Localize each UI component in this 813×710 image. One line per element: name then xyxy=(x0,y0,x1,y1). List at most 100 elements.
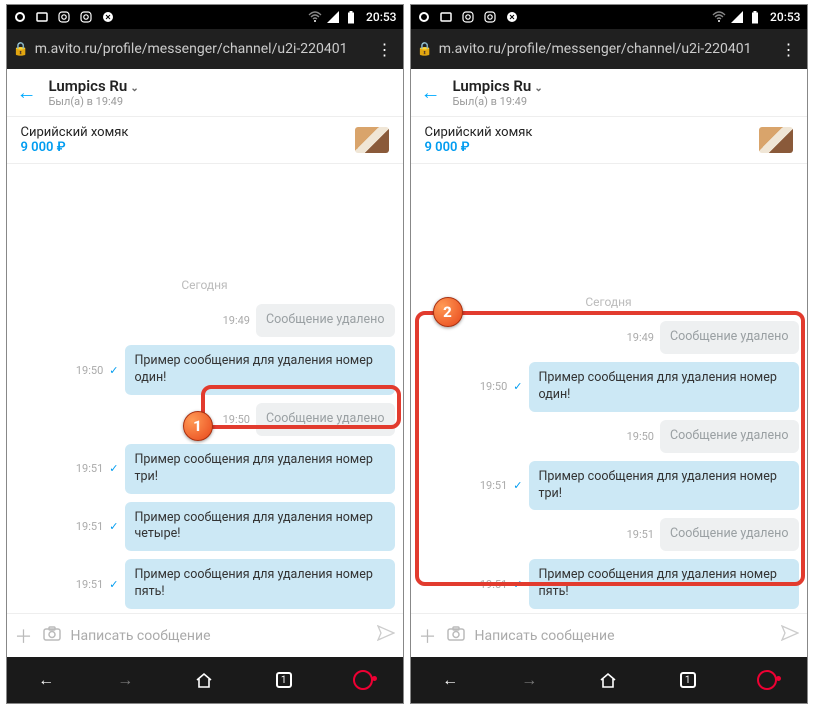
shazam-icon xyxy=(101,10,115,24)
message-bubble: Пример сообщения для удаления номер один… xyxy=(125,345,395,395)
message-deleted: Сообщение удалено xyxy=(256,304,395,337)
nav-back-icon[interactable]: ← xyxy=(430,670,470,690)
nav-forward-icon[interactable]: → xyxy=(105,670,145,690)
lock-icon: 🔒 xyxy=(13,42,29,57)
message-time: 19:49 xyxy=(627,331,654,344)
camera-icon[interactable] xyxy=(43,625,61,646)
message-row[interactable]: 19:51 ✓ Пример сообщения для удаления но… xyxy=(419,461,799,511)
browser-bottom-nav: ← → 1 xyxy=(411,657,807,703)
listing-preview[interactable]: Сирийский хомяк 9 000 ₽ xyxy=(7,117,403,164)
chevron-down-icon: ⌄ xyxy=(130,83,138,94)
message-time: 19:51 xyxy=(480,578,507,591)
message-bubble: Пример сообщения для удаления номер пять… xyxy=(125,559,395,609)
signal-icon xyxy=(730,10,744,24)
message-bubble: Пример сообщения для удаления номер три! xyxy=(529,461,799,511)
message-deleted: Сообщение удалено xyxy=(256,403,395,436)
opera-notif-icon xyxy=(13,10,27,24)
chat-header: ← Lumpics Ru⌄ Был(а) в 19:49 xyxy=(7,69,403,117)
status-time: 20:53 xyxy=(770,10,800,24)
read-check-icon: ✓ xyxy=(109,462,118,475)
browser-address-bar[interactable]: 🔒 m.avito.ru/profile/messenger/channel/u… xyxy=(7,29,403,69)
listing-title: Сирийский хомяк xyxy=(21,125,355,140)
read-check-icon: ✓ xyxy=(513,479,522,492)
instagram-icon xyxy=(79,10,93,24)
chat-body[interactable]: Сегодня 19:49 Сообщение удалено 19:50 ✓ … xyxy=(411,164,807,613)
browser-menu-icon[interactable]: ⋮ xyxy=(777,40,801,59)
battery-icon xyxy=(344,10,358,24)
message-time: 19:50 xyxy=(76,364,103,377)
phone-right: 20:53 🔒 m.avito.ru/profile/messenger/cha… xyxy=(410,4,808,704)
message-row[interactable]: 19:50 Сообщение удалено xyxy=(419,420,799,453)
shazam-icon xyxy=(505,10,519,24)
android-status-bar: 20:53 xyxy=(411,5,807,29)
message-row[interactable]: 19:51 ✓ Пример сообщения для удаления но… xyxy=(15,444,395,494)
callout-badge-2: 2 xyxy=(433,297,463,327)
wifi-icon xyxy=(308,10,322,24)
read-check-icon: ✓ xyxy=(109,578,118,591)
last-seen-text: Был(а) в 19:49 xyxy=(49,95,139,108)
status-time: 20:53 xyxy=(366,10,396,24)
message-time: 19:51 xyxy=(76,462,103,475)
callout-badge-1: 1 xyxy=(183,411,213,441)
message-row[interactable]: 19:50 ✓ Пример сообщения для удаления но… xyxy=(419,362,799,412)
attach-plus-icon[interactable]: ＋ xyxy=(15,623,33,649)
message-time: 19:50 xyxy=(627,430,654,443)
listing-price: 9 000 ₽ xyxy=(21,140,355,155)
chat-body[interactable]: Сегодня 19:49 Сообщение удалено 19:50 ✓ … xyxy=(7,164,403,613)
lock-icon: 🔒 xyxy=(417,42,433,57)
message-bubble: Пример сообщения для удаления номер три! xyxy=(125,444,395,494)
message-deleted: Сообщение удалено xyxy=(660,420,799,453)
android-status-bar: 20:53 xyxy=(7,5,403,29)
message-deleted: Сообщение удалено xyxy=(660,518,799,551)
instagram-icon xyxy=(57,10,71,24)
browser-menu-icon[interactable]: ⋮ xyxy=(373,40,397,59)
listing-title: Сирийский хомяк xyxy=(425,125,759,140)
message-row[interactable]: 19:51 ✓ Пример сообщения для удаления но… xyxy=(15,559,395,609)
instagram-icon xyxy=(483,10,497,24)
back-icon[interactable]: ← xyxy=(421,80,441,105)
message-time: 19:50 xyxy=(480,380,507,393)
chevron-down-icon: ⌄ xyxy=(534,83,542,94)
message-time: 19:50 xyxy=(223,413,250,426)
read-check-icon: ✓ xyxy=(109,520,118,533)
message-input[interactable]: Написать сообщение xyxy=(475,628,771,644)
camera-icon[interactable] xyxy=(447,625,465,646)
message-row[interactable]: 19:49 Сообщение удалено xyxy=(419,321,799,354)
nav-opera-icon[interactable] xyxy=(747,670,787,690)
calendar-icon xyxy=(439,10,453,24)
message-bubble: Пример сообщения для удаления номер один… xyxy=(529,362,799,412)
nav-forward-icon[interactable]: → xyxy=(509,670,549,690)
opera-notif-icon xyxy=(417,10,431,24)
message-deleted: Сообщение удалено xyxy=(660,321,799,354)
message-row[interactable]: 19:51 ✓ Пример сообщения для удаления но… xyxy=(15,502,395,552)
browser-address-bar[interactable]: 🔒 m.avito.ru/profile/messenger/channel/u… xyxy=(411,29,807,69)
message-input[interactable]: Написать сообщение xyxy=(71,628,367,644)
nav-home-icon[interactable] xyxy=(184,672,224,688)
url-text: m.avito.ru/profile/messenger/channel/u2i… xyxy=(439,41,771,57)
attach-plus-icon[interactable]: ＋ xyxy=(419,623,437,649)
chat-contact-name[interactable]: Lumpics Ru⌄ xyxy=(49,77,139,95)
instagram-icon xyxy=(461,10,475,24)
nav-tabs-icon[interactable]: 1 xyxy=(264,672,304,688)
message-input-bar: ＋ Написать сообщение xyxy=(411,613,807,657)
nav-opera-icon[interactable] xyxy=(343,670,383,690)
listing-thumbnail xyxy=(355,127,389,153)
read-check-icon: ✓ xyxy=(513,380,522,393)
message-time: 19:51 xyxy=(627,528,654,541)
listing-price: 9 000 ₽ xyxy=(425,140,759,155)
nav-tabs-icon[interactable]: 1 xyxy=(668,672,708,688)
message-row[interactable]: 19:51 ✓ Пример сообщения для удаления но… xyxy=(419,559,799,609)
message-row[interactable]: 19:51 Сообщение удалено xyxy=(419,518,799,551)
wifi-icon xyxy=(712,10,726,24)
message-time: 19:51 xyxy=(76,578,103,591)
message-row[interactable]: 19:50 ✓ Пример сообщения для удаления но… xyxy=(15,345,395,395)
send-icon[interactable] xyxy=(377,625,395,646)
back-icon[interactable]: ← xyxy=(17,80,37,105)
message-bubble: Пример сообщения для удаления номер четы… xyxy=(125,502,395,552)
nav-home-icon[interactable] xyxy=(588,672,628,688)
chat-contact-name[interactable]: Lumpics Ru⌄ xyxy=(453,77,543,95)
nav-back-icon[interactable]: ← xyxy=(26,670,66,690)
send-icon[interactable] xyxy=(781,625,799,646)
message-row[interactable]: 19:49 Сообщение удалено xyxy=(15,304,395,337)
listing-preview[interactable]: Сирийский хомяк 9 000 ₽ xyxy=(411,117,807,164)
